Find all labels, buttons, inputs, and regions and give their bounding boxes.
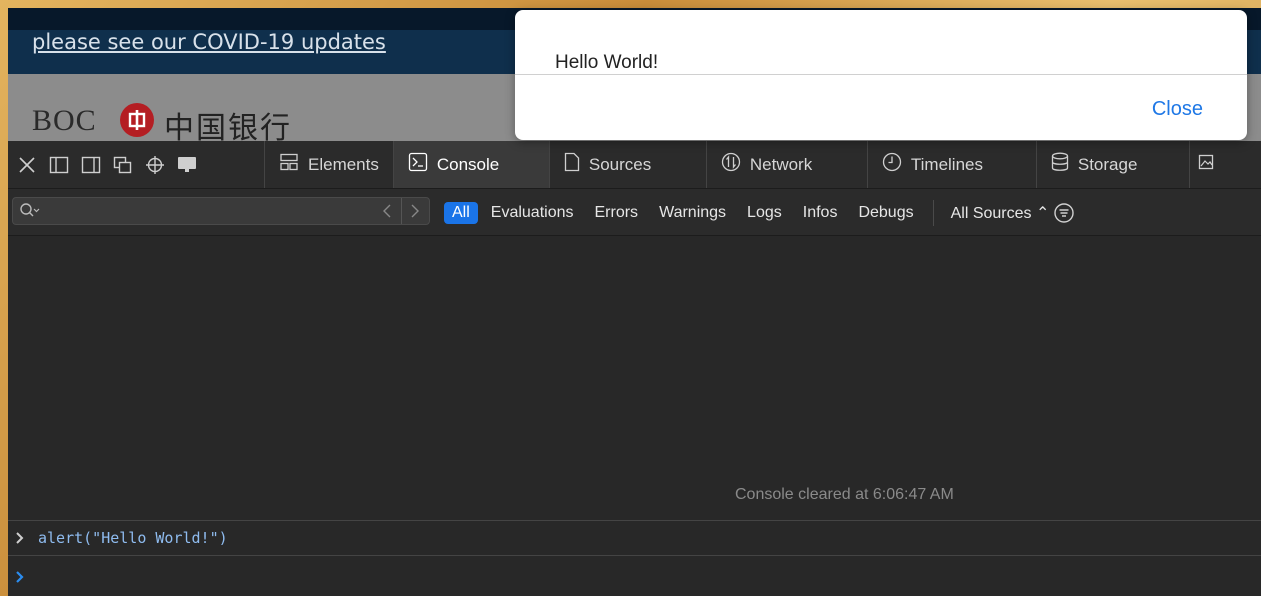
tab-label: Storage <box>1077 154 1138 174</box>
tab-elements[interactable]: Elements <box>265 141 394 188</box>
document-icon <box>564 152 580 177</box>
chevron-left-icon[interactable] <box>377 200 397 222</box>
device-icon[interactable] <box>174 152 200 178</box>
filter-infos[interactable]: Infos <box>795 202 846 224</box>
alert-dialog: Hello World! Close <box>515 10 1247 140</box>
sources-select[interactable]: All Sources ⌃ <box>943 201 1054 225</box>
console-command-entry: alert("Hello World!") <box>8 520 1261 556</box>
clock-icon <box>882 152 902 177</box>
console-search-box[interactable] <box>12 197 430 225</box>
devtools-tabbar: Elements Console Sources Network Timelin… <box>8 141 1261 189</box>
filter-options-icon[interactable] <box>1053 202 1075 224</box>
dock-side-icon[interactable] <box>78 152 104 178</box>
brand-chinese: 中国银行 <box>164 111 292 141</box>
filter-evaluations[interactable]: Evaluations <box>483 202 582 224</box>
filter-errors[interactable]: Errors <box>587 202 647 224</box>
filter-divider <box>932 200 934 226</box>
console-prompt-row <box>8 556 1261 596</box>
dock-bottom-icon[interactable] <box>46 152 72 178</box>
close-button[interactable]: Close <box>1152 98 1203 121</box>
tab-sources[interactable]: Sources <box>550 141 707 188</box>
console-filterbar: All Evaluations Errors Warnings Logs Inf… <box>8 189 1261 236</box>
alert-message: Hello World! <box>555 52 659 73</box>
chevron-right-icon <box>14 531 26 550</box>
database-icon <box>1051 152 1069 177</box>
brand-text: BOC <box>32 104 97 137</box>
network-icon <box>721 152 741 177</box>
console-output: Console cleared at 6:06:47 AM <box>8 236 1261 520</box>
image-icon <box>1198 153 1214 176</box>
tab-console[interactable]: Console <box>393 141 550 188</box>
boc-logo-icon <box>120 103 154 137</box>
undock-icon[interactable] <box>110 152 136 178</box>
tab-graphics[interactable] <box>1190 141 1222 188</box>
toolbar-icons <box>8 141 265 188</box>
console-prompt-input[interactable] <box>38 566 1242 590</box>
devtools-panel: Elements Console Sources Network Timelin… <box>8 141 1261 596</box>
console-icon <box>408 152 428 177</box>
search-icon <box>19 202 41 225</box>
tab-label: Console <box>436 154 500 174</box>
tab-label: Timelines <box>910 154 983 174</box>
filter-warnings[interactable]: Warnings <box>651 202 734 224</box>
tab-label: Elements <box>308 154 379 174</box>
log-level-filters: All Evaluations Errors Warnings Logs Inf… <box>444 200 1075 226</box>
filter-logs[interactable]: Logs <box>739 202 790 224</box>
prompt-chevron-icon <box>14 570 26 589</box>
nav-divider <box>401 198 402 224</box>
covid-updates-link[interactable]: please see our COVID-19 updates <box>32 30 386 54</box>
tab-label: Sources <box>588 154 652 174</box>
alert-divider <box>515 74 1247 75</box>
filter-all[interactable]: All <box>444 202 478 224</box>
console-command-text: alert("Hello World!") <box>38 529 228 547</box>
elements-icon <box>279 153 299 176</box>
tab-label: Network <box>749 154 813 174</box>
filter-debugs[interactable]: Debugs <box>850 202 921 224</box>
chevron-right-icon[interactable] <box>405 200 425 222</box>
console-search-input[interactable] <box>45 201 369 223</box>
console-cleared-message: Console cleared at 6:06:47 AM <box>735 486 954 503</box>
tab-network[interactable]: Network <box>707 141 868 188</box>
crosshair-icon[interactable] <box>142 152 168 178</box>
tab-storage[interactable]: Storage <box>1037 141 1190 188</box>
tab-timelines[interactable]: Timelines <box>868 141 1037 188</box>
close-icon[interactable] <box>14 152 40 178</box>
